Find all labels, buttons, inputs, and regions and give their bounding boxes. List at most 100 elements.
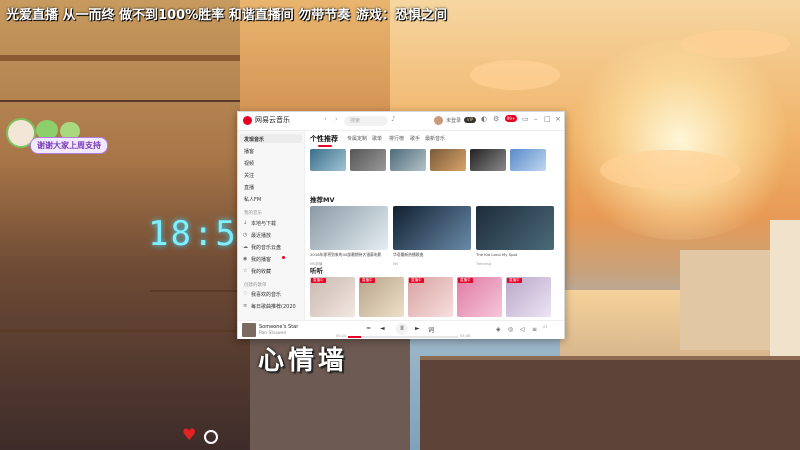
music-app-window: 网易云音乐 ‹ › 搜索 ♪ 未登录 VIP ◐ ⚙ 99+ ▭ – □ × 发… bbox=[237, 111, 565, 339]
play-pause-button[interactable]: II bbox=[396, 323, 408, 335]
mv-thumbnail[interactable] bbox=[476, 206, 554, 250]
prev-button[interactable]: ◄ bbox=[380, 325, 385, 332]
tab-recommend[interactable]: 个性推荐 bbox=[310, 134, 338, 144]
tab-charts[interactable]: 排行榜 bbox=[389, 135, 404, 142]
tab-new-music[interactable]: 最新音乐 bbox=[425, 135, 445, 142]
sidebar-item-collection[interactable]: 我的收藏 bbox=[251, 268, 271, 275]
notification-dot bbox=[282, 256, 285, 259]
now-playing-title[interactable]: Someone's Star bbox=[259, 324, 298, 330]
microphone-icon[interactable]: ♪ bbox=[391, 115, 395, 123]
live-tag: 直播中 bbox=[311, 278, 326, 283]
playlist-cover[interactable] bbox=[470, 149, 506, 171]
next-button[interactable]: ► bbox=[415, 325, 420, 332]
now-playing-cover[interactable] bbox=[242, 323, 256, 337]
sidebar-item-local[interactable]: 本地与下载 bbox=[251, 220, 276, 227]
heart-outline-icon: ♡ bbox=[243, 291, 248, 297]
live-tag: 直播中 bbox=[360, 278, 375, 283]
sidebar-item-discover[interactable]: 发现音乐 bbox=[244, 136, 264, 143]
podcast-icon: ◉ bbox=[243, 256, 248, 262]
user-avatar[interactable] bbox=[434, 116, 443, 125]
sidebar-item-podcast[interactable]: 播客 bbox=[244, 148, 254, 155]
cloud bbox=[600, 150, 740, 190]
live-card[interactable]: 直播中 bbox=[457, 277, 502, 317]
mood-wall-sign: 心情墙 bbox=[258, 346, 349, 376]
sidebar-item-live[interactable]: 直播 bbox=[244, 184, 254, 191]
playlist-daily[interactable]: 每日歌曲推荐(2020 bbox=[251, 303, 296, 310]
mini-mode-icon[interactable]: ▭ bbox=[522, 115, 529, 123]
playlist-count: 23 bbox=[543, 325, 548, 329]
volume-icon[interactable]: ◁ bbox=[520, 326, 525, 333]
playlist-cover[interactable] bbox=[510, 149, 546, 171]
star-icon: ☆ bbox=[243, 268, 248, 274]
tab-playlist[interactable]: 歌单 bbox=[372, 135, 382, 142]
mv-caption[interactable]: 华语最新热播歌曲 bbox=[393, 252, 471, 257]
mv-thumbnail[interactable] bbox=[310, 206, 388, 250]
download-icon: ↓ bbox=[243, 220, 248, 226]
vip-badge[interactable]: VIP bbox=[464, 117, 476, 123]
listen-section-title[interactable]: 听听 bbox=[310, 265, 323, 275]
cloud bbox=[680, 30, 790, 58]
netease-logo-icon bbox=[243, 116, 252, 125]
sidebar-item-cloud[interactable]: 我的音乐云盘 bbox=[251, 244, 281, 251]
playlist-icon[interactable]: ≡ bbox=[532, 326, 537, 333]
sidebar-item-my-podcast[interactable]: 我的播客 bbox=[251, 256, 271, 263]
live-card[interactable]: 直播中 bbox=[310, 277, 355, 317]
railing bbox=[0, 330, 240, 332]
live-tag: 直播中 bbox=[458, 278, 473, 283]
playlist-cover[interactable] bbox=[350, 149, 386, 171]
minimize-icon[interactable]: – bbox=[534, 115, 538, 123]
app-name: 网易云音乐 bbox=[255, 116, 290, 124]
now-playing-artist[interactable]: Pan Shuwen bbox=[259, 331, 286, 336]
right-tower bbox=[770, 220, 800, 360]
mv-thumbnail[interactable] bbox=[393, 206, 471, 250]
mv-caption[interactable]: 2018年即将到来的40部最期待大银幕电影 bbox=[310, 252, 388, 257]
live-card[interactable]: 直播中 bbox=[506, 277, 551, 317]
search-input[interactable]: 搜索 bbox=[344, 116, 388, 126]
quality-icon[interactable]: ◈ bbox=[496, 326, 501, 333]
main-content: 个性推荐 专属定制 歌单 排行榜 歌手 最新音乐 推荐MV 2018年即将到来的… bbox=[305, 131, 564, 320]
user-name[interactable]: 未登录 bbox=[446, 117, 461, 124]
live-card[interactable]: 直播中 bbox=[359, 277, 404, 317]
settings-icon[interactable]: ⚙ bbox=[493, 115, 499, 123]
sidebar-item-recent[interactable]: 最近播放 bbox=[251, 232, 271, 239]
nav-arrows: ‹ › bbox=[324, 115, 338, 123]
lyrics-icon[interactable]: 词 bbox=[428, 325, 434, 334]
live-card[interactable]: 直播中 bbox=[408, 277, 453, 317]
clock-icon: ◷ bbox=[243, 232, 248, 238]
maximize-icon[interactable]: □ bbox=[544, 115, 551, 123]
time-current: 00:24 bbox=[336, 334, 347, 338]
thanks-banner: 谢谢大家上周支持 bbox=[30, 137, 108, 154]
playlist-cover[interactable] bbox=[390, 149, 426, 171]
sidebar-item-follow[interactable]: 关注 bbox=[244, 172, 254, 179]
pier bbox=[420, 360, 800, 450]
shuffle-icon[interactable]: ≈ bbox=[366, 325, 371, 332]
cloud-icon: ☁ bbox=[243, 244, 248, 250]
playlist-liked[interactable]: 我喜欢的音乐 bbox=[251, 291, 281, 298]
sound-effect-icon[interactable]: ◎ bbox=[508, 326, 513, 333]
mv-subcaption: Trending bbox=[476, 262, 491, 266]
mv-section-title[interactable]: 推荐MV bbox=[310, 194, 335, 204]
railing bbox=[150, 290, 250, 292]
playlist-cover[interactable] bbox=[310, 149, 346, 171]
player-bar: Someone's Star Pan Shuwen ≈ ◄ II ► 词 00:… bbox=[238, 320, 564, 339]
balcony bbox=[0, 55, 240, 61]
live-tag: 直播中 bbox=[507, 278, 522, 283]
forward-button[interactable]: › bbox=[335, 115, 338, 123]
my-music-header: 我的音乐 bbox=[244, 211, 262, 216]
sidebar-item-fm[interactable]: 私人FM bbox=[244, 196, 261, 203]
heart-icon: ♥ bbox=[182, 425, 197, 444]
sidebar-item-video[interactable]: 视频 bbox=[244, 160, 254, 167]
live-tag: 直播中 bbox=[409, 278, 424, 283]
close-icon[interactable]: × bbox=[555, 115, 561, 123]
mv-caption[interactable]: The Kid Laroi My Spot bbox=[476, 252, 554, 257]
created-playlists-header: 创建的歌单 bbox=[244, 283, 267, 288]
progress-bar[interactable] bbox=[348, 336, 458, 338]
skin-icon[interactable]: ◐ bbox=[481, 115, 487, 123]
mail-badge[interactable]: 99+ bbox=[505, 115, 517, 122]
tab-underline bbox=[318, 145, 332, 147]
playlist-cover[interactable] bbox=[430, 149, 466, 171]
tab-custom[interactable]: 专属定制 bbox=[347, 135, 367, 142]
tab-artists[interactable]: 歌手 bbox=[410, 135, 420, 142]
back-button[interactable]: ‹ bbox=[324, 115, 327, 123]
stream-title: 光爱直播 从一而终 做不到100%胜率 和谐直播间 勿带节奏 bbox=[6, 8, 351, 23]
